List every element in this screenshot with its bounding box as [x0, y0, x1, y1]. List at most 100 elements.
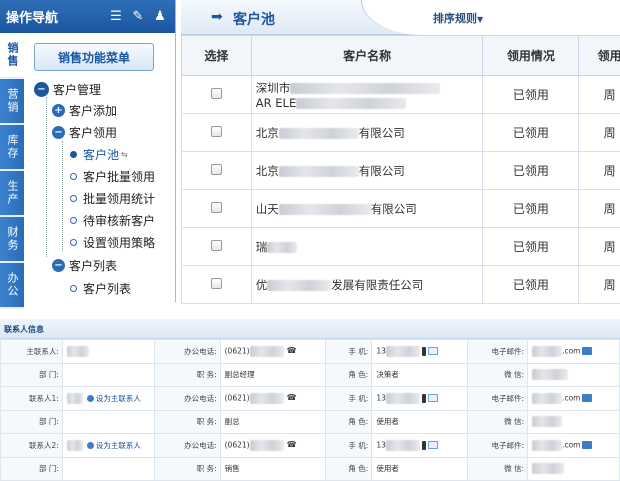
customer-name[interactable]: 北京 有限公司: [251, 152, 483, 190]
sort-rule-label: 排序规则: [433, 12, 477, 25]
tab-production[interactable]: 生产: [0, 171, 24, 217]
mobile-phone-icon[interactable]: [422, 394, 426, 403]
tab-sales[interactable]: 销售: [0, 33, 25, 79]
redacted-text: [296, 98, 406, 109]
row-checkbox[interactable]: [211, 88, 222, 99]
row-checkbox[interactable]: [211, 278, 222, 289]
customer-name[interactable]: 山天 有限公司: [251, 190, 483, 228]
position-label: 职 务:: [154, 363, 220, 387]
tree-pending-review[interactable]: 待审核新客户: [70, 211, 155, 229]
node-dot-icon: [70, 285, 77, 292]
user-icon[interactable]: ♟: [153, 10, 167, 24]
tree-label: 待审核新客户: [83, 212, 155, 229]
table-row[interactable]: 瑞 已领用 周: [182, 228, 620, 266]
list-icon[interactable]: ☰: [109, 10, 123, 24]
tab-finance[interactable]: 财务: [0, 217, 24, 263]
collapse-icon[interactable]: −: [52, 259, 65, 272]
collapse-icon[interactable]: −: [52, 126, 65, 139]
telephone-icon[interactable]: ☎: [287, 440, 297, 449]
contact2-name: 设为主联系人: [62, 434, 154, 458]
redacted-text: [386, 440, 420, 451]
table-row[interactable]: 深圳市AR ELE 已领用 周: [182, 76, 620, 114]
sms-icon[interactable]: [428, 394, 438, 402]
node-dot-icon: [70, 239, 77, 246]
set-main-contact-link[interactable]: 设为主联系人: [83, 394, 141, 403]
mobile-prefix: 13: [376, 393, 386, 402]
tree-claim-policy[interactable]: 设置领用策略: [70, 233, 155, 251]
column-header-status: 领用情况: [483, 36, 579, 76]
customer-name[interactable]: 北京有限公司: [251, 114, 483, 152]
expand-icon[interactable]: +: [52, 104, 65, 117]
row-checkbox[interactable]: [211, 126, 222, 137]
tree-customer-list-group[interactable]: − 客户列表: [52, 256, 117, 274]
table-row[interactable]: 优发展有限责任公司 已领用 周: [182, 266, 620, 304]
left-navigation: 操作导航 ☰ ✎ ♟ 销售 营销 库存 生产 财务 办公 销售功能菜单 − 客户…: [0, 0, 176, 302]
office-phone-value: (0621)☎: [220, 340, 326, 364]
table-row[interactable]: 北京有限公司 已领用 周: [182, 152, 620, 190]
tree-batch-stats[interactable]: 批量领用统计: [70, 189, 155, 207]
set-main-contact-link[interactable]: 设为主联系人: [83, 441, 141, 450]
position-value: 销售: [220, 457, 326, 481]
contact-row: 联系人2: 设为主联系人 办公电话: (0621)☎ 手 机: 13 电子邮件:…: [1, 434, 620, 458]
redacted-text: [532, 346, 562, 357]
redacted-text: [67, 440, 83, 451]
collapse-icon[interactable]: −: [34, 82, 49, 97]
role-value: 使用者: [372, 410, 468, 434]
redacted-text: [290, 83, 440, 94]
sms-icon[interactable]: [428, 347, 438, 355]
tools-icon[interactable]: ✎: [131, 10, 145, 24]
redacted-text: [250, 393, 284, 404]
row-checkbox[interactable]: [211, 240, 222, 251]
phone-prefix: (0621): [225, 393, 250, 402]
mail-icon[interactable]: [582, 394, 592, 402]
customer-name[interactable]: 优发展有限责任公司: [251, 266, 483, 304]
main-header: ➡ 客户池 排序规则▼: [181, 0, 620, 35]
sort-rule-dropdown[interactable]: 排序规则▼: [433, 10, 483, 26]
wechat-value: [528, 363, 620, 387]
tree-customer-add[interactable]: + 客户添加: [52, 101, 117, 119]
tree-customer-management[interactable]: − 客户管理: [34, 80, 101, 98]
tree-customer-list[interactable]: 客户列表: [70, 279, 131, 297]
name-text: 有限公司: [371, 202, 417, 216]
sales-menu-button[interactable]: 销售功能菜单: [34, 43, 154, 71]
mail-icon[interactable]: [582, 347, 592, 355]
redacted-text: [532, 416, 562, 427]
contact-info-panel: 联系人信息 主联系人: 办公电话: (0621)☎ 手 机: 13 电子邮件: …: [0, 319, 620, 480]
tree-label: 客户领用: [69, 124, 117, 141]
name-text: 有限公司: [359, 164, 405, 178]
tab-inventory[interactable]: 库存: [0, 125, 24, 171]
sms-icon[interactable]: [428, 441, 438, 449]
tree-customer-claim[interactable]: − 客户领用: [52, 123, 117, 141]
row-checkbox[interactable]: [211, 164, 222, 175]
table-row[interactable]: 山天有限公司 已领用 周: [182, 190, 620, 228]
customer-name[interactable]: 瑞: [251, 228, 483, 266]
tab-marketing[interactable]: 营销: [0, 79, 24, 125]
telephone-icon[interactable]: ☎: [287, 346, 297, 355]
mobile-phone-icon[interactable]: [422, 441, 426, 450]
mobile-value: 13: [372, 387, 468, 411]
tree-customer-pool[interactable]: 客户池 ⇆: [70, 145, 128, 163]
redacted-text: [386, 346, 420, 357]
mail-icon[interactable]: [582, 441, 592, 449]
name-text: 北京: [256, 164, 279, 178]
position-label: 职 务:: [154, 457, 220, 481]
mobile-phone-icon[interactable]: [422, 347, 426, 356]
mobile-label: 手 机:: [326, 340, 372, 364]
claim-period: 周: [579, 190, 620, 228]
wechat-value: [528, 457, 620, 481]
name-text: 有限公司: [359, 126, 405, 140]
tree-label: 客户管理: [53, 81, 101, 98]
name-text: AR ELE: [256, 96, 296, 110]
redacted-text: [279, 204, 371, 215]
telephone-icon[interactable]: ☎: [287, 393, 297, 402]
claim-status: 已领用: [483, 76, 579, 114]
customer-table: 选择 客户名称 领用情况 领用 深圳市AR ELE 已领用 周 北京有限公司 已…: [181, 35, 620, 304]
customer-name[interactable]: 深圳市AR ELE: [251, 76, 483, 114]
name-text: 山天: [256, 202, 279, 216]
wechat-label: 微 信:: [468, 457, 528, 481]
settings-icon: [87, 395, 94, 402]
row-checkbox[interactable]: [211, 202, 222, 213]
tab-office[interactable]: 办公: [0, 263, 24, 309]
table-row[interactable]: 北京有限公司 已领用 周: [182, 114, 620, 152]
tree-batch-claim[interactable]: 客户批量领用: [70, 167, 155, 185]
